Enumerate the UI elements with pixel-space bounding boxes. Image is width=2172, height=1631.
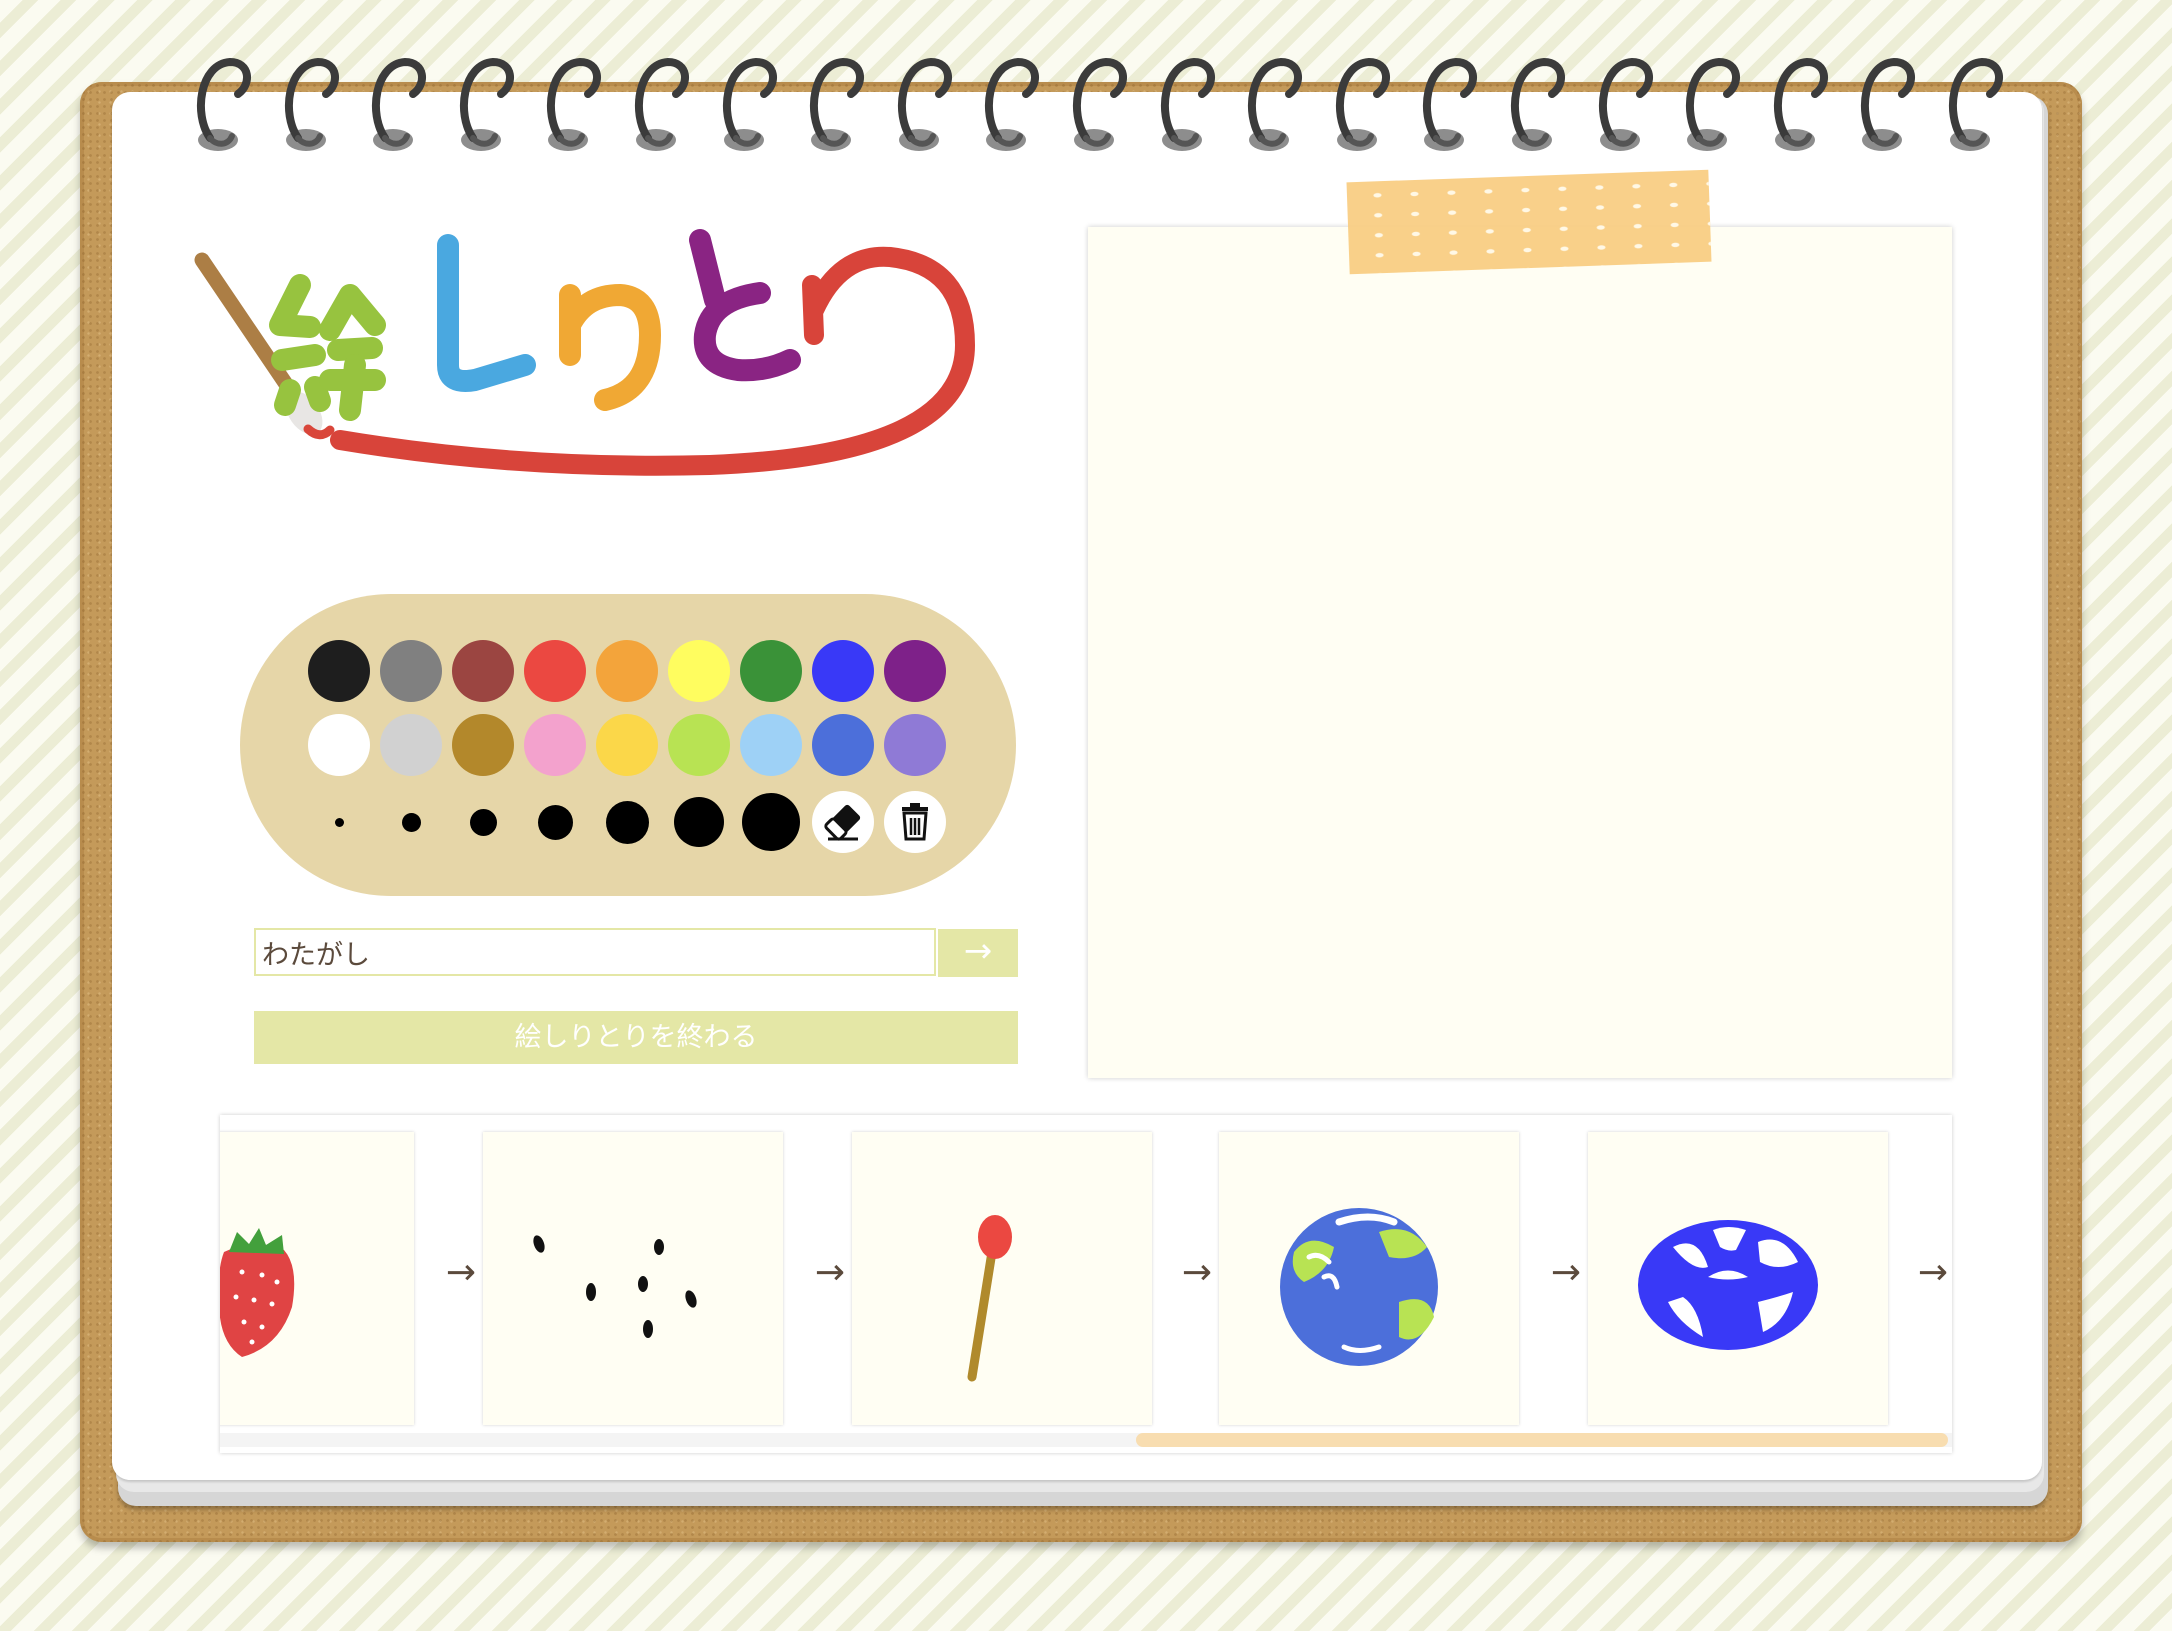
- brush-size-size-1[interactable]: [334, 817, 344, 827]
- color-swatch[interactable]: [308, 714, 370, 776]
- brush-size-size-7[interactable]: [742, 793, 800, 851]
- binder-ring: [1852, 54, 1924, 152]
- brush-size-size-5[interactable]: [605, 800, 649, 844]
- app-logo: [194, 229, 975, 476]
- color-swatch[interactable]: [524, 714, 586, 776]
- masking-tape: [1346, 169, 1712, 275]
- binder-ring: [538, 54, 610, 152]
- binder-ring: [276, 54, 348, 152]
- brush-size-size-2[interactable]: [401, 812, 421, 832]
- binder-ring: [801, 54, 873, 152]
- color-swatch[interactable]: [452, 714, 514, 776]
- eraser-icon[interactable]: [812, 791, 874, 853]
- color-swatch[interactable]: [884, 714, 946, 776]
- history-card[interactable]: [1588, 1132, 1888, 1425]
- color-swatch[interactable]: [524, 640, 586, 702]
- color-palette: [240, 594, 1016, 896]
- history-card[interactable]: [1219, 1132, 1519, 1425]
- end-game-button[interactable]: 絵しりとりを終わる: [254, 1011, 1018, 1064]
- color-swatch[interactable]: [452, 640, 514, 702]
- earth-drawing: [1280, 1208, 1438, 1366]
- history-card[interactable]: [220, 1132, 414, 1425]
- chain-arrow: →: [1550, 1252, 1582, 1293]
- chain-arrow: →: [1917, 1252, 1949, 1293]
- drawing-canvas[interactable]: [1088, 227, 1952, 1078]
- chain-arrow: →: [1181, 1252, 1213, 1293]
- submit-answer-button[interactable]: →: [938, 929, 1018, 977]
- binder-ring: [1414, 54, 1486, 152]
- binder-ring: [1502, 54, 1574, 152]
- color-swatch[interactable]: [668, 640, 730, 702]
- brush-size-size-4[interactable]: [537, 804, 573, 840]
- strawberry-drawing: [220, 1228, 295, 1357]
- binder-ring: [451, 54, 523, 152]
- binder-ring: [889, 54, 961, 152]
- binder-ring: [1152, 54, 1224, 152]
- blue-ball-drawing: [1638, 1220, 1818, 1350]
- binder-ring: [363, 54, 435, 152]
- history-card[interactable]: [483, 1132, 783, 1425]
- color-swatch[interactable]: [596, 714, 658, 776]
- color-swatch[interactable]: [596, 640, 658, 702]
- binder-ring: [188, 54, 260, 152]
- color-swatch[interactable]: [884, 640, 946, 702]
- binder-ring: [1064, 54, 1136, 152]
- history-scrollbar-thumb[interactable]: [1136, 1433, 1948, 1447]
- binder-ring: [1327, 54, 1399, 152]
- color-swatch[interactable]: [668, 714, 730, 776]
- seeds-drawing: [533, 1235, 697, 1338]
- brush-size-size-3[interactable]: [469, 808, 497, 836]
- binder-ring: [626, 54, 698, 152]
- color-swatch[interactable]: [308, 640, 370, 702]
- color-swatch[interactable]: [740, 714, 802, 776]
- chain-arrow: →: [814, 1252, 846, 1293]
- trash-icon[interactable]: [884, 791, 946, 853]
- chain-arrow: →: [445, 1252, 477, 1293]
- color-swatch[interactable]: [380, 640, 442, 702]
- binder-ring: [1239, 54, 1311, 152]
- binder-ring: [1590, 54, 1662, 152]
- color-swatch[interactable]: [812, 640, 874, 702]
- drawing-history: → → → → →: [220, 1115, 1952, 1453]
- color-swatch[interactable]: [740, 640, 802, 702]
- answer-input[interactable]: [254, 928, 936, 976]
- binder-ring: [1940, 54, 2012, 152]
- binder-ring: [1765, 54, 1837, 152]
- history-card[interactable]: [852, 1132, 1152, 1425]
- binder-ring: [976, 54, 1048, 152]
- color-swatch[interactable]: [380, 714, 442, 776]
- binder-ring: [714, 54, 786, 152]
- color-swatch[interactable]: [812, 714, 874, 776]
- brush-size-size-6[interactable]: [674, 797, 724, 847]
- binder-ring: [1677, 54, 1749, 152]
- match-drawing: [967, 1215, 1012, 1382]
